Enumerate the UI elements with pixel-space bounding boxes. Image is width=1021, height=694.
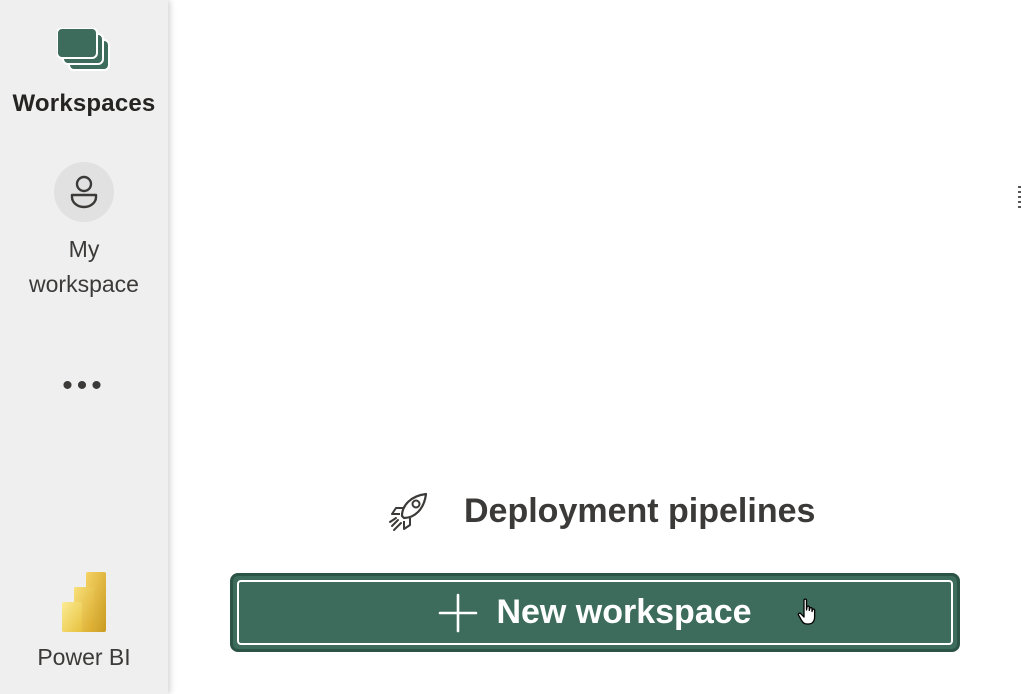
app-window: Workspaces My workspace ••• Power BI Dep… <box>0 0 1021 694</box>
rocket-icon <box>389 492 428 531</box>
rail-item-workspaces[interactable]: Workspaces <box>0 28 168 118</box>
label-line: workspace <box>29 271 139 297</box>
label-line: My <box>68 236 100 262</box>
new-workspace-button[interactable]: New workspace <box>230 573 960 652</box>
app-name-label: Power BI <box>37 644 131 670</box>
new-workspace-label: New workspace <box>496 593 752 631</box>
rail-item-label: Workspaces <box>12 90 156 117</box>
workspaces-stack-icon <box>57 28 110 71</box>
workspaces-flyout: Deployment pipelines New workspace <box>170 0 1021 694</box>
power-bi-logo <box>62 572 106 632</box>
new-workspace-button-inner: New workspace <box>237 580 953 645</box>
deployment-pipelines-link[interactable]: Deployment pipelines <box>388 490 815 532</box>
rail-item-label: My workspace <box>29 232 139 302</box>
person-icon <box>70 175 98 209</box>
hand-cursor-icon <box>797 598 816 625</box>
rail-item-power-bi[interactable]: Power BI <box>0 570 168 671</box>
more-button[interactable]: ••• <box>0 368 168 404</box>
deployment-pipelines-label: Deployment pipelines <box>464 491 816 530</box>
rail-item-my-workspace[interactable]: My workspace <box>0 162 168 302</box>
avatar <box>54 162 114 222</box>
more-icon: ••• <box>62 369 106 402</box>
plus-icon <box>439 593 478 632</box>
app-rail: Workspaces My workspace ••• Power BI <box>0 0 168 694</box>
